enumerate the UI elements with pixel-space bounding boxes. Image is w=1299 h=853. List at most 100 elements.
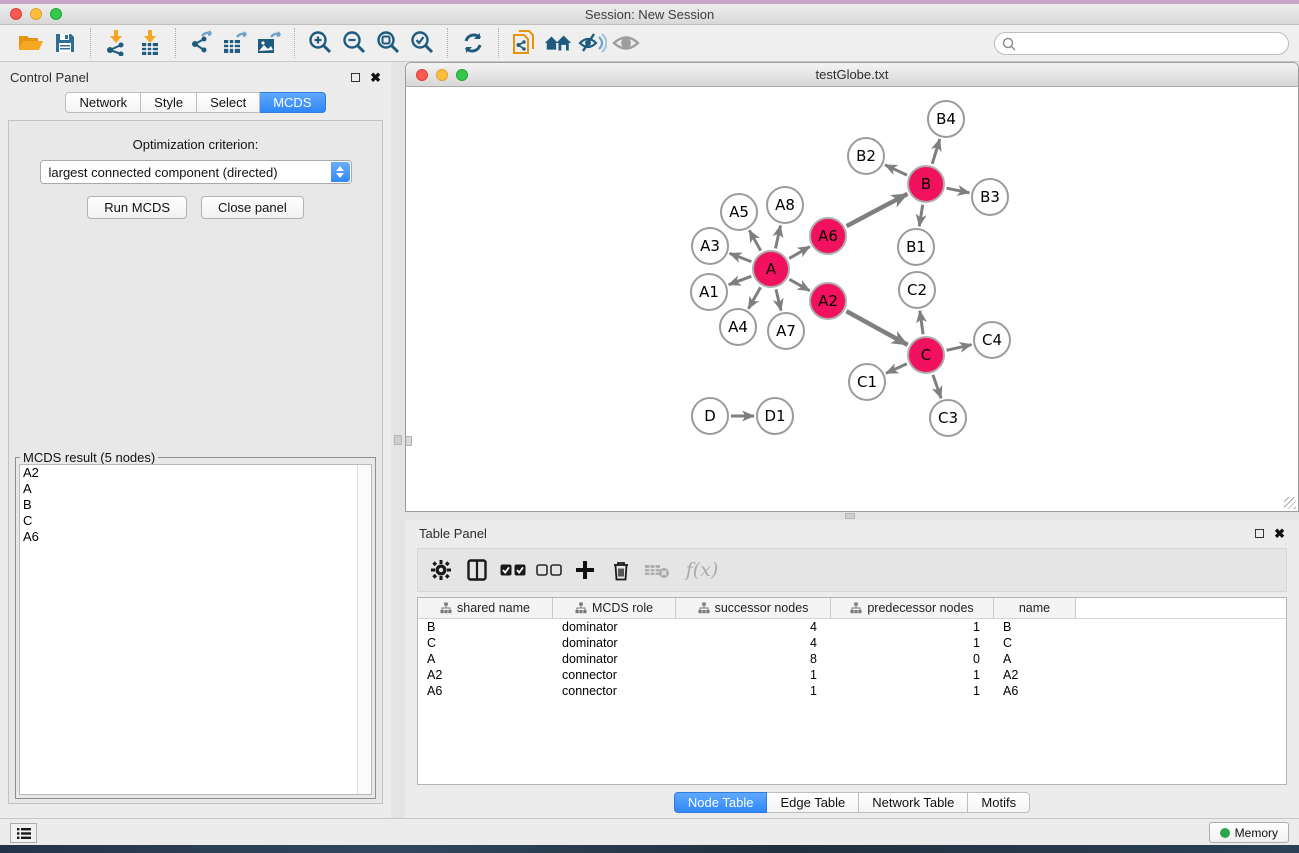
- window-resize-grip[interactable]: [1284, 497, 1296, 509]
- column-header-MCDS-role[interactable]: MCDS role: [553, 598, 676, 618]
- split-panel-icon[interactable]: [462, 555, 492, 585]
- float-panel-icon[interactable]: [351, 73, 360, 82]
- open-session-icon[interactable]: [16, 28, 46, 58]
- graph-node-C1[interactable]: C1: [848, 363, 886, 401]
- table-cell[interactable]: A: [994, 651, 1076, 667]
- vertical-splitter[interactable]: [391, 62, 405, 818]
- column-header-name[interactable]: name: [994, 598, 1076, 618]
- node-table[interactable]: shared nameMCDS rolesuccessor nodesprede…: [417, 597, 1287, 785]
- graph-node-D[interactable]: D: [691, 397, 729, 435]
- graph-node-B2[interactable]: B2: [847, 137, 885, 175]
- mcds-result-list[interactable]: A2ABCA6: [19, 464, 372, 795]
- close-panel-icon[interactable]: ✖: [1274, 529, 1285, 538]
- graph-edge-A-A2[interactable]: [789, 279, 809, 290]
- deselect-all-icon[interactable]: [534, 555, 564, 585]
- criterion-dropdown[interactable]: largest connected component (directed): [40, 160, 352, 184]
- graph-edge-A6-B[interactable]: [847, 194, 908, 226]
- graph-edge-A-A1[interactable]: [729, 276, 752, 284]
- tab-select[interactable]: Select: [197, 92, 260, 113]
- canvas-handle[interactable]: [406, 436, 412, 446]
- table-row[interactable]: A6connector11A6: [418, 683, 1286, 699]
- table-row[interactable]: Cdominator41C: [418, 635, 1286, 651]
- export-network-icon[interactable]: [186, 28, 216, 58]
- graph-node-B1[interactable]: B1: [897, 228, 935, 266]
- graph-edge-A-A6[interactable]: [789, 247, 810, 259]
- mcds-result-item[interactable]: A6: [20, 529, 371, 545]
- tab-network[interactable]: Network: [65, 92, 141, 113]
- settings-gear-icon[interactable]: [426, 555, 456, 585]
- graph-edge-A-A5[interactable]: [749, 230, 760, 250]
- tab-style[interactable]: Style: [141, 92, 197, 113]
- graph-edge-C-C2[interactable]: [920, 311, 923, 334]
- close-panel-icon[interactable]: ✖: [370, 73, 381, 82]
- table-row[interactable]: Adominator80A: [418, 651, 1286, 667]
- network-canvas[interactable]: B4B2BB3A8A5A6A3B1AC2A1A2A4A7C4CC1C3DD1: [406, 87, 1298, 511]
- tab-network-table[interactable]: Network Table: [859, 792, 968, 813]
- graph-edge-A-A8[interactable]: [775, 226, 780, 249]
- table-cell[interactable]: C: [994, 635, 1076, 651]
- splitter-handle[interactable]: [845, 513, 855, 519]
- close-panel-button[interactable]: Close panel: [201, 196, 304, 219]
- mcds-result-item[interactable]: C: [20, 513, 371, 529]
- export-table-icon[interactable]: [220, 28, 250, 58]
- graph-edge-B-B3[interactable]: [947, 188, 970, 193]
- table-cell[interactable]: A2: [994, 667, 1076, 683]
- table-cell[interactable]: 1: [831, 683, 994, 699]
- graph-edge-B-B2[interactable]: [885, 165, 907, 175]
- table-cell[interactable]: 1: [831, 667, 994, 683]
- scrollbar[interactable]: [357, 465, 371, 794]
- table-cell[interactable]: dominator: [553, 619, 676, 635]
- graph-node-A1[interactable]: A1: [690, 273, 728, 311]
- graph-edge-A-A3[interactable]: [730, 253, 752, 261]
- graph-node-A3[interactable]: A3: [691, 227, 729, 265]
- table-cell[interactable]: dominator: [553, 635, 676, 651]
- graph-edge-A-A7[interactable]: [776, 289, 781, 310]
- table-cell[interactable]: 1: [676, 683, 831, 699]
- network-window-title-bar[interactable]: testGlobe.txt: [406, 63, 1298, 87]
- graph-node-D1[interactable]: D1: [756, 397, 794, 435]
- graph-edge-B-B4[interactable]: [932, 139, 940, 164]
- export-image-icon[interactable]: [254, 28, 284, 58]
- table-cell[interactable]: dominator: [553, 651, 676, 667]
- table-cell[interactable]: A6: [418, 683, 553, 699]
- zoom-fit-icon[interactable]: [373, 28, 403, 58]
- graph-node-C3[interactable]: C3: [929, 399, 967, 437]
- show-all-networks-icon[interactable]: [543, 28, 573, 58]
- tab-motifs[interactable]: Motifs: [968, 792, 1030, 813]
- graph-edge-A2-C[interactable]: [846, 311, 907, 345]
- mcds-result-item[interactable]: A2: [20, 465, 371, 481]
- graph-node-C4[interactable]: C4: [973, 321, 1011, 359]
- mcds-result-item[interactable]: A: [20, 481, 371, 497]
- show-graphics-details-icon[interactable]: [611, 28, 641, 58]
- save-session-icon[interactable]: [50, 28, 80, 58]
- table-cell[interactable]: A2: [418, 667, 553, 683]
- splitter-handle[interactable]: [394, 435, 402, 445]
- graph-node-A[interactable]: A: [752, 250, 790, 288]
- table-cell[interactable]: connector: [553, 667, 676, 683]
- table-cell[interactable]: 1: [676, 667, 831, 683]
- table-row[interactable]: Bdominator41B: [418, 619, 1286, 635]
- search-input[interactable]: [1016, 37, 1288, 51]
- graph-edge-C-C3[interactable]: [933, 375, 941, 398]
- task-history-button[interactable]: [10, 823, 37, 843]
- refresh-icon[interactable]: [458, 28, 488, 58]
- search-field[interactable]: [994, 32, 1289, 55]
- graph-node-A7[interactable]: A7: [767, 312, 805, 350]
- horizontal-splitter[interactable]: [405, 512, 1299, 520]
- table-cell[interactable]: 1: [831, 619, 994, 635]
- select-all-icon[interactable]: [498, 555, 528, 585]
- float-panel-icon[interactable]: [1255, 529, 1264, 538]
- import-table-icon[interactable]: [135, 28, 165, 58]
- graph-node-B3[interactable]: B3: [971, 178, 1009, 216]
- graph-edge-C-C4[interactable]: [946, 345, 971, 351]
- mcds-result-item[interactable]: B: [20, 497, 371, 513]
- zoom-in-icon[interactable]: [305, 28, 335, 58]
- add-column-icon[interactable]: [570, 555, 600, 585]
- graph-node-C[interactable]: C: [907, 336, 945, 374]
- table-cell[interactable]: A: [418, 651, 553, 667]
- tab-mcds[interactable]: MCDS: [260, 92, 325, 113]
- graph-edge-A-A4[interactable]: [748, 287, 760, 308]
- new-session-from-network-icon[interactable]: [509, 28, 539, 58]
- tab-edge-table[interactable]: Edge Table: [767, 792, 859, 813]
- graph-node-B4[interactable]: B4: [927, 100, 965, 138]
